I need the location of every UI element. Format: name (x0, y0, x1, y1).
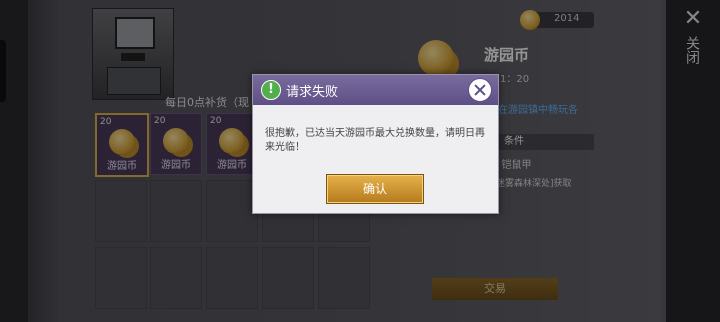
close-icon[interactable] (468, 78, 492, 102)
dialog-header: ! 请求失败 (253, 75, 498, 105)
confirm-button[interactable]: 确认 (326, 174, 424, 204)
dialog-message: 很抱歉，已达当天游园币最大兑换数量，请明日再来光临！ (265, 128, 485, 153)
dialog-title: 请求失败 (286, 85, 339, 100)
error-dialog: ! 请求失败 很抱歉，已达当天游园币最大兑换数量，请明日再来光临！ 确认 (252, 74, 499, 214)
alert-icon: ! (261, 80, 281, 100)
